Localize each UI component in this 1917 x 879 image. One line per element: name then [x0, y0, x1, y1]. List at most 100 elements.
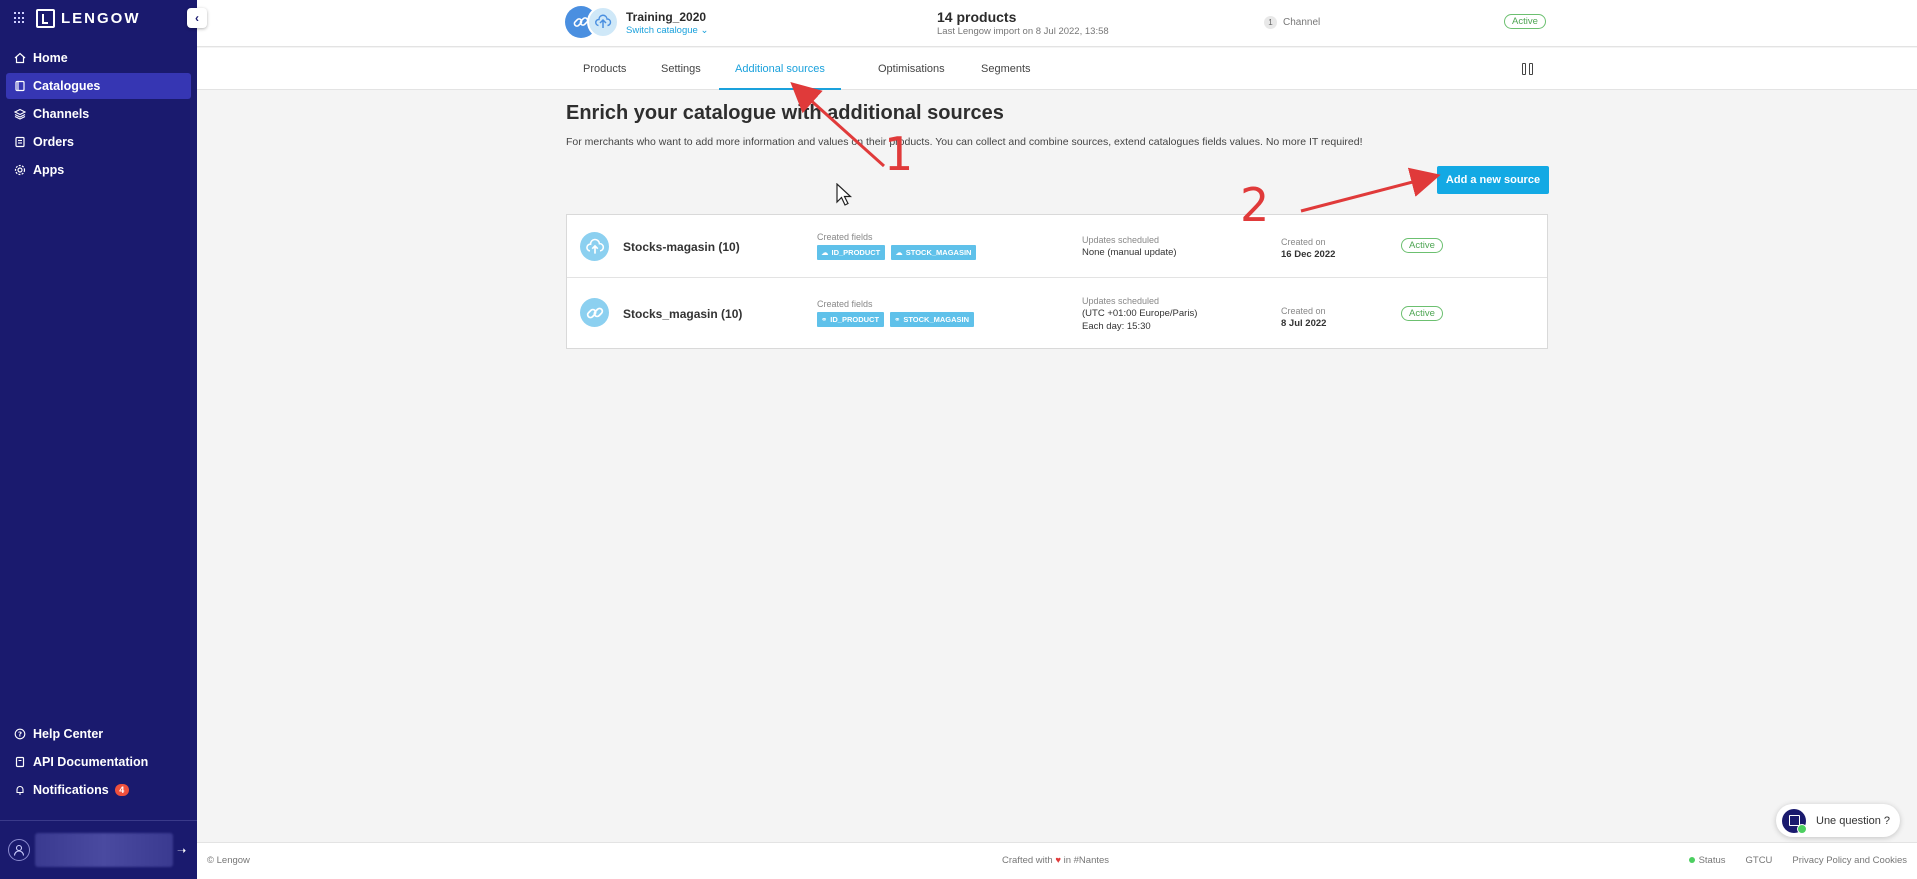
channel-label[interactable]: Channel — [1283, 17, 1320, 28]
updates-value: (UTC +01:00 Europe/Paris) — [1082, 308, 1198, 319]
pause-icon[interactable] — [1522, 63, 1534, 75]
field-chip: ☁ STOCK_MAGASIN — [891, 245, 977, 260]
mouse-cursor-icon — [836, 183, 853, 206]
created-fields: Created fields ☁ ID_PRODUCT ☁ STOCK_MAGASI… — [817, 232, 977, 260]
channel-count-badge: 1 — [1264, 16, 1277, 29]
last-import: Last Lengow import on 8 Jul 2022, 13:58 — [937, 26, 1109, 37]
crafted-suffix: in #Nantes — [1063, 855, 1110, 866]
tab-settings[interactable]: Settings — [645, 48, 717, 90]
catalogue-tabs: Products Settings Additional sources Opt… — [197, 48, 1917, 90]
status-dot-icon — [1688, 857, 1695, 864]
user-name-redacted — [35, 833, 173, 867]
cloud-upload-icon — [580, 232, 609, 261]
crafted-prefix: Crafted with — [1002, 855, 1053, 866]
privacy-link[interactable]: Privacy Policy and Cookies — [1792, 855, 1907, 866]
main-nav: Home Catalogues Channels Orders Apps — [0, 45, 197, 183]
annotation-number-1: 1 — [884, 127, 914, 181]
source-name[interactable]: Stocks-magasin (10) — [623, 240, 740, 254]
annotation-arrow-2 — [1300, 167, 1441, 213]
heart-icon: ♥ — [1055, 855, 1061, 866]
created-on: Created on 8 Jul 2022 — [1281, 305, 1326, 330]
status-link[interactable]: Status — [1688, 855, 1726, 866]
footer: © Lengow Crafted with ♥ in #Nantes Statu… — [197, 842, 1917, 879]
source-name[interactable]: Stocks_magasin (10) — [623, 307, 742, 321]
field-chip: ⚭ ID_PRODUCT — [817, 312, 885, 327]
link-icon: ⚭ — [894, 315, 901, 324]
sidebar-item-label: Orders — [33, 135, 74, 149]
table-row[interactable]: Stocks_magasin (10) Created fields ⚭ ID_P… — [567, 278, 1547, 348]
sidebar: LENGOW Home Catalogues Channels Orders A… — [0, 0, 197, 879]
sidebar-item-apps[interactable]: Apps — [6, 157, 191, 183]
switch-catalogue-label: Switch catalogue — [626, 25, 698, 36]
sidebar-item-catalogues[interactable]: Catalogues — [6, 73, 191, 99]
secondary-nav: ? Help Center API Documentation Notifica… — [6, 721, 191, 805]
bell-icon — [16, 786, 24, 795]
chat-avatar-icon — [1782, 808, 1807, 834]
catalogue-source-icons — [565, 6, 623, 40]
notifications-badge: 4 — [114, 784, 129, 796]
updates-label: Updates scheduled — [1082, 296, 1160, 306]
lengow-logo-icon — [36, 8, 55, 28]
status-badge: Active — [1401, 238, 1443, 253]
home-icon — [14, 52, 26, 64]
table-row[interactable]: Stocks-magasin (10) Created fields ☁ ID_P… — [567, 215, 1547, 278]
page-description: For merchants who want to add more infor… — [566, 136, 1363, 148]
sources-table: Stocks-magasin (10) Created fields ☁ ID_P… — [566, 214, 1548, 349]
copyright: © Lengow — [207, 855, 250, 866]
created-fields: Created fields ⚭ ID_PRODUCT ⚭ STOCK_MAGASI… — [817, 299, 975, 327]
created-fields-label: Created fields — [817, 232, 873, 242]
chevron-down-icon: ⌄ — [700, 25, 709, 36]
sidebar-item-channels[interactable]: Channels — [6, 101, 191, 127]
sidebar-item-label: Channels — [33, 107, 90, 121]
sidebar-item-label: Apps — [33, 163, 65, 177]
tab-segments[interactable]: Segments — [965, 48, 1047, 90]
tab-optimisations[interactable]: Optimisations — [862, 48, 961, 90]
user-menu[interactable]: ➝ — [0, 820, 197, 879]
orders-icon — [15, 136, 25, 148]
field-chip: ☁ ID_PRODUCT — [817, 245, 886, 260]
updates-label: Updates scheduled — [1082, 235, 1160, 245]
cloud-upload-icon — [587, 6, 619, 38]
annotation-number-2: 2 — [1240, 178, 1270, 232]
tab-additional-sources[interactable]: Additional sources — [719, 48, 841, 90]
link-icon — [580, 298, 609, 327]
sidebar-item-home[interactable]: Home — [6, 45, 191, 71]
created-value: 8 Jul 2022 — [1281, 318, 1327, 329]
status-link-label: Status — [1698, 855, 1726, 866]
chat-label: Une question ? — [1816, 814, 1890, 827]
created-label: Created on — [1281, 306, 1326, 316]
field-chip-label: ID_PRODUCT — [830, 315, 880, 324]
svg-text:?: ? — [18, 731, 22, 739]
book-icon — [15, 80, 25, 92]
cloud-upload-icon: ☁ — [895, 248, 903, 257]
add-new-source-button[interactable]: Add a new source — [1437, 166, 1549, 194]
gtcu-link[interactable]: GTCU — [1746, 855, 1773, 866]
switch-catalogue-link[interactable]: Switch catalogue ⌄ — [626, 25, 708, 36]
catalogue-header: Training_2020 Switch catalogue ⌄ 14 prod… — [197, 0, 1917, 47]
updates-value: Each day: 15:30 — [1082, 321, 1151, 332]
tab-products[interactable]: Products — [567, 48, 642, 90]
sidebar-item-api-documentation[interactable]: API Documentation — [6, 749, 191, 775]
created-label: Created on — [1281, 237, 1326, 247]
layers-icon — [14, 108, 26, 120]
document-icon — [15, 756, 25, 768]
sidebar-item-help-center[interactable]: ? Help Center — [6, 721, 191, 747]
field-chip: ⚭ STOCK_MAGASIN — [890, 312, 975, 327]
updates-scheduled: Updates scheduled (UTC +01:00 Europe/Par… — [1082, 295, 1197, 333]
page-title: Enrich your catalogue with additional so… — [566, 102, 1004, 124]
link-icon: ⚭ — [821, 315, 828, 324]
expand-arrow-icon[interactable]: ➝ — [177, 844, 186, 857]
sidebar-item-orders[interactable]: Orders — [6, 129, 191, 155]
user-icon — [13, 844, 25, 856]
catalogue-status-badge: Active — [1504, 14, 1546, 29]
updates-value: None (manual update) — [1082, 247, 1177, 258]
sidebar-item-label: Home — [33, 51, 68, 65]
chat-widget-button[interactable]: Une question ? — [1776, 804, 1900, 837]
brand: LENGOW — [0, 0, 197, 36]
sidebar-item-notifications[interactable]: Notifications 4 — [6, 777, 191, 803]
created-value: 16 Dec 2022 — [1281, 249, 1336, 260]
apps-grid-icon[interactable] — [14, 12, 26, 24]
updates-scheduled: Updates scheduled None (manual update) — [1082, 234, 1177, 259]
collapse-sidebar-button[interactable]: ‹ — [187, 8, 207, 28]
crafted-with: Crafted with ♥ in #Nantes — [1002, 855, 1109, 866]
